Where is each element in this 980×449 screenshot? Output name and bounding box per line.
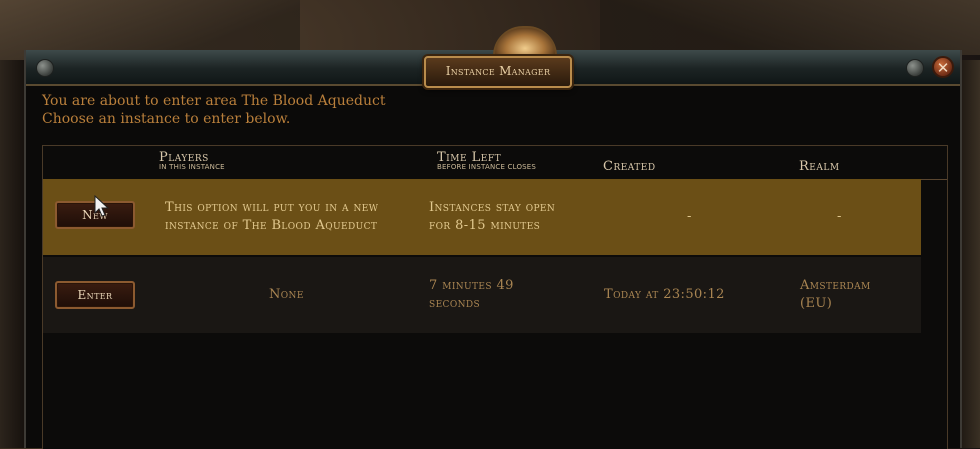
instance-row-realm-line: (EU) — [800, 296, 833, 311]
title-bar: Instance Manager ✕ — [26, 26, 960, 88]
new-row-created: - — [687, 209, 692, 224]
instance-row-created: Today at 23:50:12 — [604, 287, 725, 302]
instance-row-time-line: 7 minutes 49 — [429, 278, 514, 293]
rivet-icon — [906, 59, 924, 77]
close-icon: ✕ — [936, 59, 950, 77]
new-row-time-line: Instances stay open — [429, 200, 556, 215]
header-players-sub: In this instance — [159, 163, 225, 171]
table-header: Players In this instance Time Left Befor… — [43, 146, 947, 180]
header-time-left: Time Left Before instance closes — [437, 150, 536, 171]
rivet-icon — [36, 59, 54, 77]
new-row-players-line: This option will put you in a new — [165, 200, 379, 215]
table-row-new-instance[interactable]: New This option will put you in a new in… — [43, 179, 921, 255]
instance-row-time-line: seconds — [429, 296, 481, 311]
instance-table: Players In this instance Time Left Befor… — [42, 145, 948, 449]
header-created: Created — [603, 159, 656, 174]
instance-row-players: None — [269, 287, 304, 302]
new-row-players: This option will put you in a new instan… — [165, 199, 378, 235]
intro-line-area: You are about to enter area The Blood Aq… — [42, 93, 386, 109]
header-time-left-sub: Before instance closes — [437, 163, 537, 171]
intro-line-instruction: Choose an instance to enter below. — [42, 111, 291, 127]
new-row-realm: - — [837, 209, 842, 224]
window-title: Instance Manager — [424, 56, 572, 88]
background-scenery — [0, 60, 24, 448]
instance-row-realm-line: Amsterdam — [800, 278, 871, 293]
mouse-cursor-icon — [94, 195, 110, 217]
new-row-time-left: Instances stay open for 8-15 minutes — [429, 199, 555, 235]
close-button[interactable]: ✕ — [932, 56, 954, 78]
header-players: Players In this instance — [159, 150, 225, 171]
enter-instance-button[interactable]: Enter — [55, 281, 135, 309]
new-row-players-line: instance of The Blood Aqueduct — [165, 218, 378, 233]
table-row-instance[interactable]: Enter None 7 minutes 49 seconds Today at… — [43, 257, 921, 333]
intro-text: You are about to enter area The Blood Aq… — [42, 92, 385, 128]
instance-row-time-left: 7 minutes 49 seconds — [429, 277, 514, 313]
background-scenery — [600, 0, 980, 55]
header-realm: Realm — [799, 159, 840, 174]
new-row-time-line: for 8-15 minutes — [429, 218, 541, 233]
instance-manager-window: Instance Manager ✕ You are about to ente… — [24, 26, 962, 449]
instance-row-realm: Amsterdam (EU) — [800, 277, 871, 313]
